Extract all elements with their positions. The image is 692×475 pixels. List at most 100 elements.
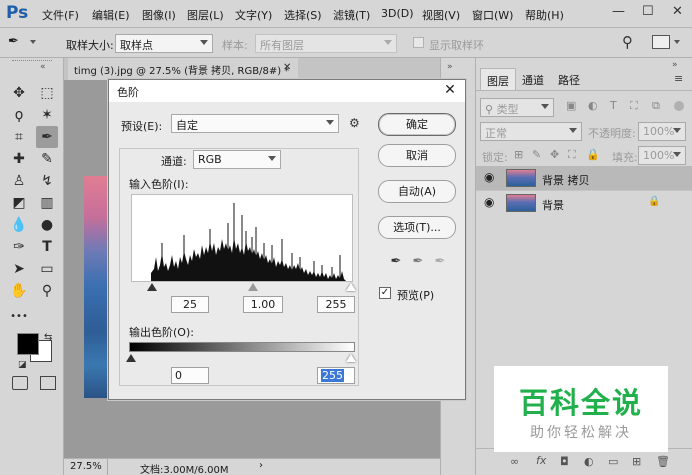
- hand-tool[interactable]: ✋: [8, 280, 30, 302]
- pen-tool[interactable]: ✑: [8, 236, 30, 258]
- clone-stamp-tool[interactable]: ♙: [8, 170, 30, 192]
- move-tool[interactable]: ✥: [8, 82, 30, 104]
- panel-grip[interactable]: [12, 60, 52, 64]
- menu-filter[interactable]: 滤镜(T): [333, 7, 370, 23]
- menu-window[interactable]: 窗口(W): [472, 7, 513, 23]
- type-tool[interactable]: T: [36, 236, 58, 258]
- black-point-eyedropper-icon[interactable]: ✒: [388, 254, 404, 270]
- minimize-button[interactable]: —: [612, 4, 625, 19]
- filter-adjustment-icon[interactable]: ◐: [588, 99, 598, 112]
- lock-position-icon[interactable]: ✥: [550, 148, 559, 161]
- dialog-title-bar[interactable]: 色阶: [109, 80, 465, 102]
- menu-type[interactable]: 文字(Y): [235, 7, 272, 23]
- filter-kind-dropdown[interactable]: ⚲ 类型: [480, 98, 554, 117]
- input-black-slider[interactable]: [147, 283, 157, 291]
- filter-toggle-icon[interactable]: [674, 101, 684, 111]
- cancel-button[interactable]: 取消: [378, 144, 456, 167]
- add-mask-icon[interactable]: ◘: [560, 455, 569, 468]
- lock-transparent-icon[interactable]: ⊞: [514, 148, 523, 161]
- layer-row-background[interactable]: ◉ 背景 🔒: [476, 190, 692, 214]
- tab-paths[interactable]: 路径: [552, 68, 586, 90]
- output-white-field[interactable]: 255: [317, 367, 355, 384]
- lasso-tool[interactable]: ϙ: [8, 104, 30, 126]
- lock-all-icon[interactable]: 🔒: [586, 148, 600, 161]
- tab-layers[interactable]: 图层: [480, 68, 516, 90]
- layer-row-background-copy[interactable]: ◉ 背景 拷贝: [476, 166, 692, 190]
- document-image[interactable]: [84, 176, 108, 398]
- workspace-icon[interactable]: [652, 35, 670, 49]
- menu-view[interactable]: 视图(V): [422, 7, 460, 23]
- rectangle-tool[interactable]: ▭: [36, 258, 58, 280]
- filter-type-icon[interactable]: T: [610, 99, 617, 112]
- panel-menu-icon[interactable]: ≡: [674, 72, 683, 85]
- document-tab[interactable]: timg (3).jpg @ 27.5% (背景 拷贝, RGB/8#) *: [68, 58, 298, 80]
- input-gamma-field[interactable]: 1.00: [243, 296, 283, 313]
- marquee-tool[interactable]: ⬚: [36, 82, 58, 104]
- chevron-right-icon[interactable]: ›: [259, 460, 263, 471]
- output-black-slider[interactable]: [126, 354, 136, 362]
- filter-pixel-icon[interactable]: ▣: [566, 99, 576, 112]
- sample-size-dropdown[interactable]: 取样点: [115, 34, 213, 53]
- gray-point-eyedropper-icon[interactable]: ✒: [410, 254, 426, 270]
- eraser-tool[interactable]: ◩: [8, 192, 30, 214]
- menu-edit[interactable]: 编辑(E): [92, 7, 130, 23]
- dodge-tool[interactable]: ●: [36, 214, 58, 236]
- adjustment-layer-icon[interactable]: ◐: [584, 455, 594, 468]
- close-icon[interactable]: ✕: [441, 81, 459, 99]
- eyedropper-tool[interactable]: ✒: [36, 126, 58, 148]
- close-window-button[interactable]: ✕: [672, 4, 683, 19]
- output-black-field[interactable]: 0: [171, 367, 209, 384]
- chevron-down-icon[interactable]: [674, 40, 680, 44]
- close-tab-icon[interactable]: ✕: [283, 62, 291, 73]
- blend-mode-dropdown[interactable]: 正常: [480, 122, 582, 141]
- zoom-tool[interactable]: ⚲: [36, 280, 58, 302]
- eye-icon[interactable]: ◉: [484, 170, 494, 184]
- sample-dropdown[interactable]: 所有图层: [255, 34, 397, 53]
- preset-options-gear-icon[interactable]: ⚙: [349, 116, 360, 130]
- blur-tool[interactable]: 💧: [8, 214, 30, 236]
- ok-button[interactable]: 确定: [378, 113, 456, 136]
- zoom-level[interactable]: 27.5%: [64, 459, 108, 475]
- delete-layer-icon[interactable]: 🗑: [656, 455, 670, 468]
- channel-dropdown[interactable]: RGB: [193, 150, 281, 169]
- input-white-field[interactable]: 255: [317, 296, 355, 313]
- lock-artboard-icon[interactable]: ⛶: [568, 148, 576, 162]
- input-white-slider[interactable]: [346, 283, 356, 291]
- eyedropper-preset-icon[interactable]: ✒: [8, 34, 28, 52]
- crop-tool[interactable]: ⌗: [8, 126, 30, 148]
- menu-select[interactable]: 选择(S): [284, 7, 322, 23]
- tab-channels[interactable]: 通道: [516, 68, 550, 90]
- white-point-eyedropper-icon[interactable]: ✒: [432, 254, 448, 270]
- link-layers-icon[interactable]: ∞: [510, 455, 519, 468]
- maximize-button[interactable]: ☐: [642, 4, 654, 19]
- screen-mode-icon[interactable]: [40, 376, 56, 390]
- opacity-input[interactable]: 100%: [638, 122, 686, 141]
- search-icon[interactable]: ⚲: [622, 33, 633, 51]
- preset-dropdown[interactable]: 自定: [171, 114, 339, 133]
- collapse-panel-icon[interactable]: »: [672, 60, 678, 70]
- healing-brush-tool[interactable]: ✚: [8, 148, 30, 170]
- path-selection-tool[interactable]: ➤: [8, 258, 30, 280]
- preview-checkbox[interactable]: ✓: [379, 287, 391, 299]
- menu-help[interactable]: 帮助(H): [525, 7, 564, 23]
- menu-image[interactable]: 图像(I): [142, 7, 176, 23]
- input-black-field[interactable]: 25: [171, 296, 209, 313]
- fill-input[interactable]: 100%: [638, 146, 686, 165]
- chevron-down-icon[interactable]: [30, 40, 36, 44]
- swap-colors-icon[interactable]: ⇆: [44, 332, 52, 343]
- new-layer-icon[interactable]: ⊞: [632, 455, 641, 468]
- eye-icon[interactable]: ◉: [484, 195, 494, 209]
- foreground-color-swatch[interactable]: [17, 333, 39, 355]
- output-white-slider[interactable]: [346, 354, 356, 362]
- brush-tool[interactable]: ✎: [36, 148, 58, 170]
- layer-style-icon[interactable]: fx: [536, 454, 546, 467]
- lock-pixels-icon[interactable]: ✎: [532, 148, 541, 161]
- menu-layer[interactable]: 图层(L): [187, 7, 224, 23]
- show-ring-checkbox[interactable]: [413, 37, 424, 48]
- filter-smart-object-icon[interactable]: ⧉: [652, 99, 660, 113]
- menu-file[interactable]: 文件(F): [42, 7, 79, 23]
- menu-3d[interactable]: 3D(D): [381, 7, 414, 20]
- input-gamma-slider[interactable]: [248, 283, 258, 291]
- magic-wand-tool[interactable]: ✶: [36, 104, 58, 126]
- default-colors-icon[interactable]: ◪: [18, 360, 27, 370]
